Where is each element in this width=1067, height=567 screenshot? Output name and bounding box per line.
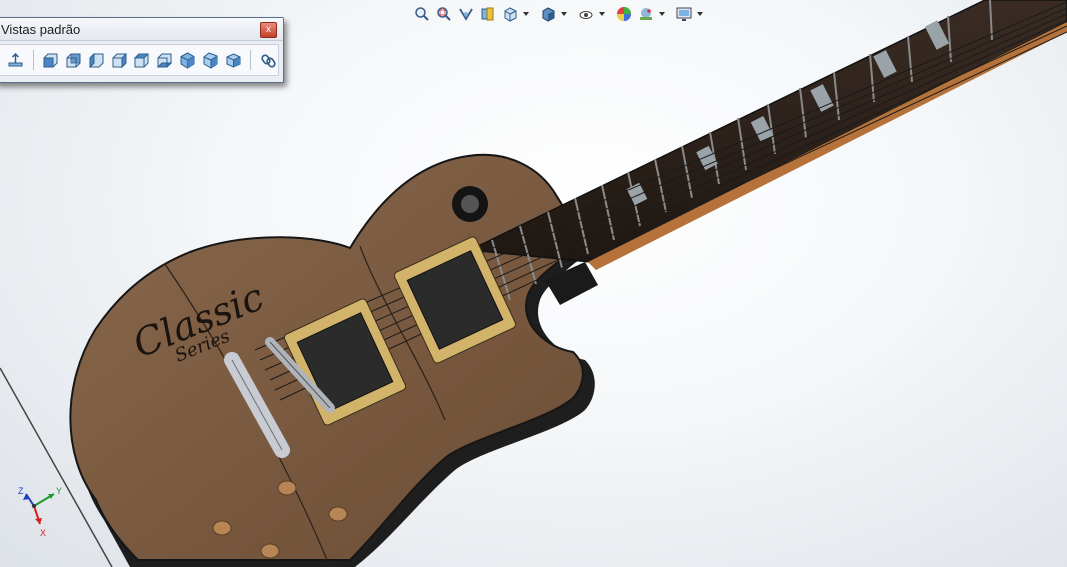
graphics-viewport[interactable]: Classic Series (0, 0, 1067, 567)
zoom-to-area-icon[interactable] (434, 4, 454, 24)
heads-up-view-toolbar (412, 3, 704, 25)
triad-z-label: Z (18, 486, 24, 496)
dimetric-view-icon[interactable] (223, 49, 243, 71)
hide-show-items-icon[interactable] (576, 4, 596, 24)
edit-appearance-icon[interactable] (614, 4, 634, 24)
right-view-icon[interactable] (109, 49, 129, 71)
volume-knob (277, 480, 297, 496)
standard-views-panel: Vistas padrão x (0, 17, 284, 83)
top-view-icon[interactable] (132, 49, 152, 71)
hide-show-items-dropdown-icon[interactable] (598, 4, 606, 24)
apply-scene-dropdown-icon[interactable] (658, 4, 666, 24)
left-view-icon[interactable] (86, 49, 106, 71)
guitar-model[interactable]: Classic Series (0, 0, 1067, 567)
tone-knob-2 (260, 543, 280, 559)
back-view-icon[interactable] (64, 49, 84, 71)
separator (250, 50, 252, 70)
standard-views-toolbar (0, 44, 279, 76)
panel-title-bar[interactable]: Vistas padrão x (0, 18, 283, 41)
tone-knob (328, 506, 348, 522)
trimetric-view-icon[interactable] (200, 49, 220, 71)
triad-x-label: X (40, 528, 46, 538)
link-views-icon[interactable] (258, 49, 278, 71)
triad-y-label: Y (56, 486, 62, 496)
view-settings-dropdown-icon[interactable] (696, 4, 704, 24)
previous-view-icon[interactable] (456, 4, 476, 24)
volume-knob-2 (212, 520, 232, 536)
front-view-icon[interactable] (41, 49, 61, 71)
view-orientation-icon[interactable] (500, 4, 520, 24)
isometric-view-icon[interactable] (178, 49, 198, 71)
view-settings-icon[interactable] (674, 4, 694, 24)
zoom-to-fit-icon[interactable] (412, 4, 432, 24)
separator (32, 50, 34, 70)
bottom-view-icon[interactable] (155, 49, 175, 71)
apply-scene-icon[interactable] (636, 4, 656, 24)
display-style-icon[interactable] (538, 4, 558, 24)
normal-to-icon[interactable] (6, 49, 26, 71)
reference-triad: Y Z X (10, 484, 70, 540)
panel-title: Vistas padrão (1, 22, 81, 37)
view-orientation-dropdown-icon[interactable] (522, 4, 530, 24)
display-style-dropdown-icon[interactable] (560, 4, 568, 24)
close-icon[interactable]: x (260, 22, 277, 38)
section-view-icon[interactable] (478, 4, 498, 24)
